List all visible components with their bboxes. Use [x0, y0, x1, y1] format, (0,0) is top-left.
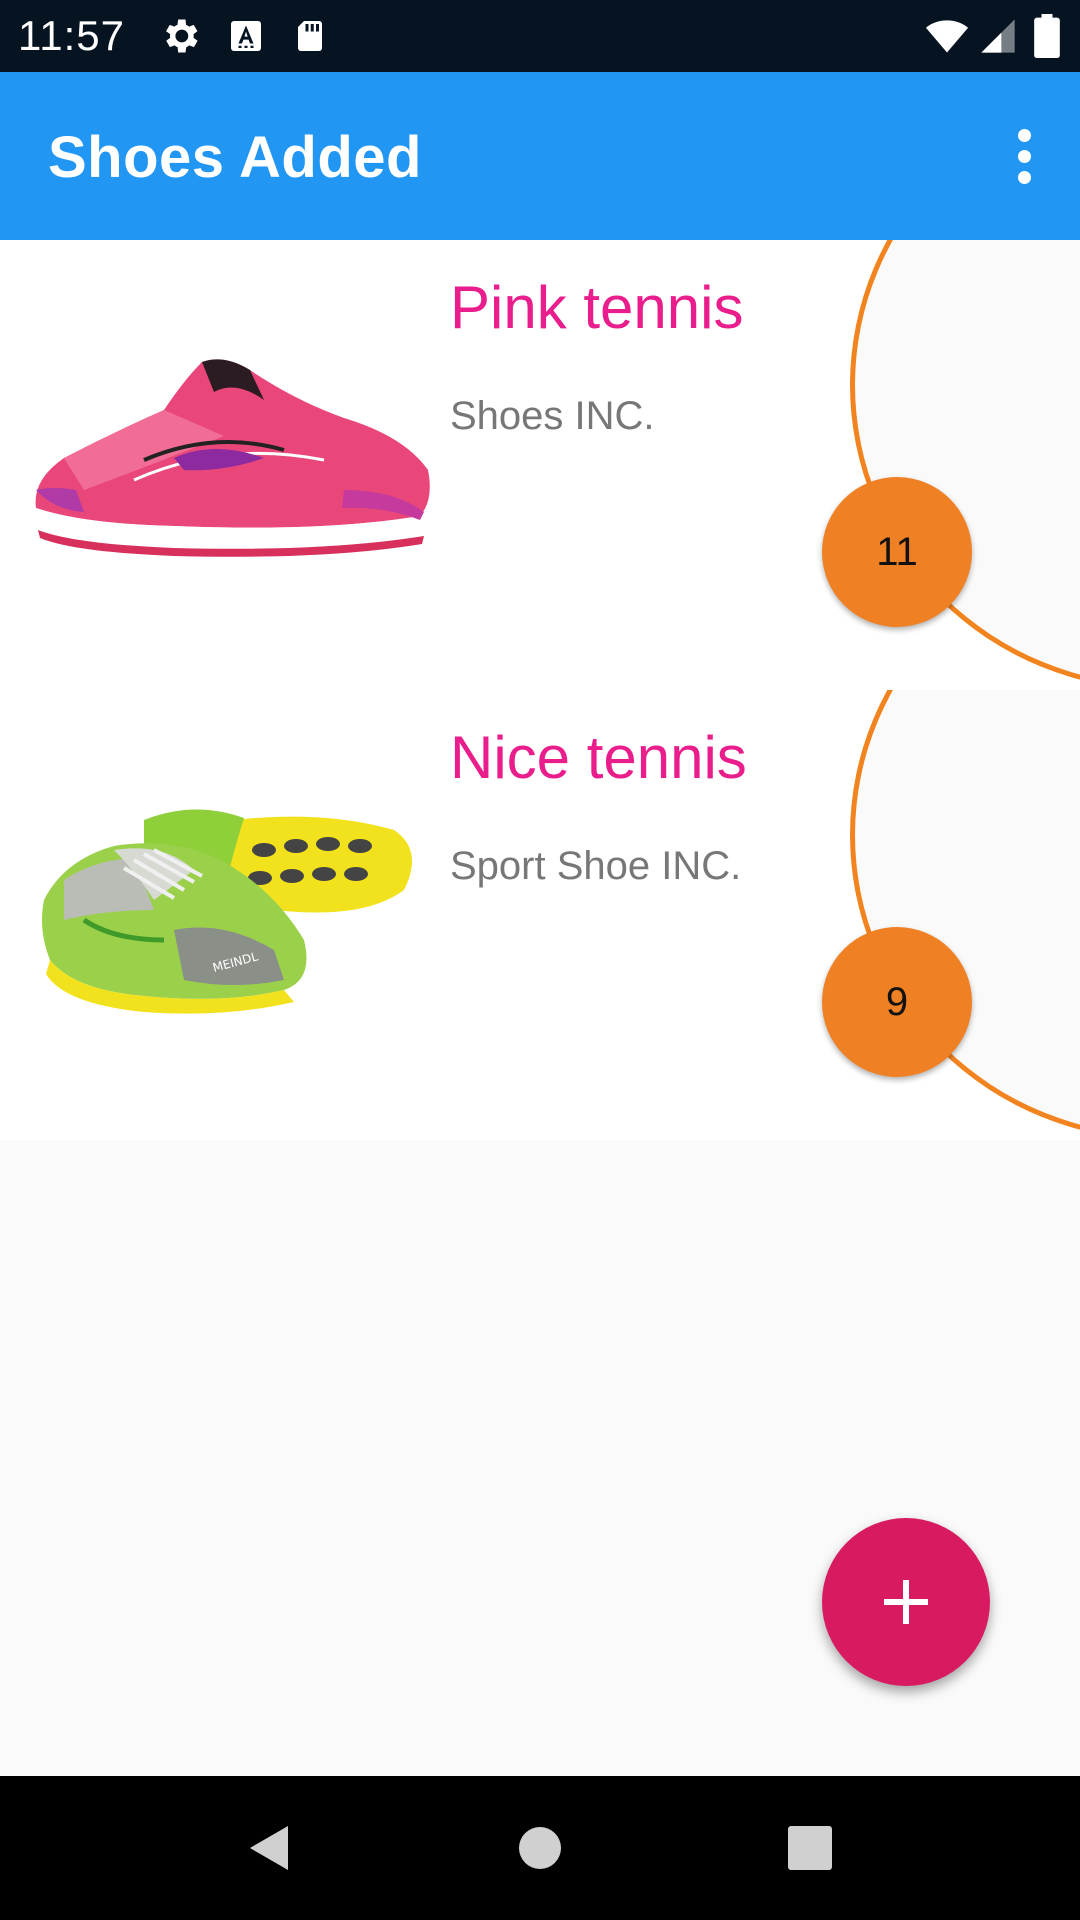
shoe-name: Pink tennis	[450, 274, 744, 341]
page-title: Shoes Added	[48, 125, 422, 190]
sd-card-icon	[298, 21, 322, 51]
more-vert-icon[interactable]	[992, 116, 1056, 196]
settings-icon	[166, 19, 198, 53]
list-item[interactable]: Pink tennis Shoes INC. 11	[0, 240, 1080, 690]
nav-bar	[0, 1776, 1080, 1920]
battery-icon	[1034, 14, 1060, 58]
back-icon[interactable]	[240, 1818, 300, 1878]
shoe-list: Pink tennis Shoes INC. 11 MEINDL Nice te…	[0, 240, 1080, 1140]
cell-signal-icon	[981, 19, 1015, 53]
status-bar: 11:57	[0, 0, 1080, 72]
shoe-brand: Shoes INC.	[450, 394, 655, 438]
shoe-image: MEINDL	[42, 809, 412, 1014]
status-time: 11:57	[18, 12, 125, 59]
size-badge: 11	[822, 477, 972, 627]
list-item[interactable]: MEINDL Nice tennis Sport Shoe INC. 9	[0, 690, 1080, 1140]
home-icon[interactable]	[510, 1818, 570, 1878]
shoe-image	[35, 359, 430, 557]
add-shoe-button[interactable]	[822, 1518, 990, 1686]
app-bar: Shoes Added	[0, 72, 1080, 240]
wifi-icon	[925, 20, 969, 53]
recents-icon[interactable]	[780, 1818, 840, 1878]
size-badge: 9	[822, 927, 972, 1077]
shoe-name: Nice tennis	[450, 724, 747, 791]
shoe-brand: Sport Shoe INC.	[450, 844, 742, 888]
text-a-icon	[231, 21, 261, 51]
